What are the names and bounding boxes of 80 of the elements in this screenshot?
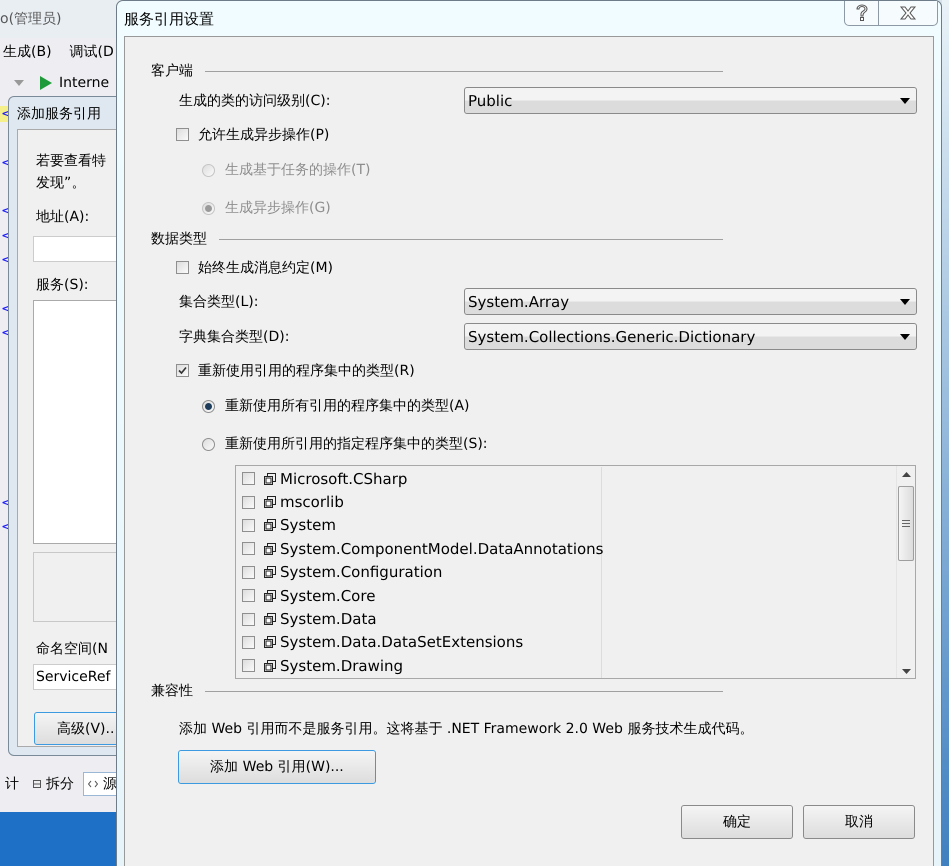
help-button[interactable] bbox=[844, 1, 879, 26]
reference-icon bbox=[264, 660, 276, 672]
field-label: 集合类型(L): bbox=[179, 292, 260, 310]
assembly-name: Microsoft.CSharp bbox=[280, 470, 408, 488]
radio-label: 生成基于任务的操作(T) bbox=[225, 161, 370, 179]
checkbox[interactable] bbox=[176, 364, 189, 377]
field-label: 字典集合类型(D): bbox=[179, 328, 290, 346]
intro-text: 发现”。 bbox=[36, 174, 86, 193]
assembly-name: System bbox=[280, 516, 336, 534]
field-label: 生成的类的访问级别(C): bbox=[179, 92, 332, 110]
play-icon bbox=[40, 76, 52, 90]
reference-icon bbox=[264, 472, 276, 485]
section-title: 兼容性 bbox=[151, 682, 193, 700]
radio-label: 重新使用所引用的指定程序集中的类型(S): bbox=[225, 435, 488, 453]
checkbox[interactable] bbox=[242, 636, 255, 649]
assembly-name: System.Data bbox=[280, 610, 377, 628]
reference-icon bbox=[264, 636, 276, 648]
close-button[interactable] bbox=[879, 1, 938, 26]
close-icon bbox=[899, 6, 917, 20]
checkbox[interactable] bbox=[176, 128, 189, 141]
reference-icon bbox=[264, 590, 276, 602]
ok-button[interactable]: 确定 bbox=[681, 805, 793, 839]
assembly-name: System.Data.DataSetExtensions bbox=[280, 633, 524, 652]
grip-icon bbox=[902, 520, 910, 527]
code-icon bbox=[88, 780, 98, 788]
check-icon bbox=[178, 366, 187, 375]
field-label: 地址(A): bbox=[36, 208, 90, 227]
section-title: 数据类型 bbox=[151, 230, 207, 248]
assembly-name: mscorlib bbox=[280, 493, 344, 512]
menu-item[interactable]: 调试(D bbox=[70, 43, 114, 61]
checkbox[interactable] bbox=[242, 659, 255, 672]
field-label: 命名空间(N bbox=[36, 640, 109, 659]
checkbox[interactable] bbox=[242, 518, 255, 532]
add-web-reference-button[interactable]: 添加 Web 引用(W)... bbox=[178, 750, 376, 784]
dropdown[interactable]: System.Array bbox=[464, 288, 917, 315]
cancel-button[interactable]: 取消 bbox=[803, 805, 915, 839]
caret-icon bbox=[14, 80, 24, 86]
split-icon bbox=[33, 780, 41, 788]
assembly-name: System.Core bbox=[280, 586, 376, 605]
menu-item[interactable]: 生成(B) bbox=[3, 43, 52, 61]
radio-button[interactable] bbox=[202, 400, 215, 412]
reference-icon bbox=[264, 566, 276, 578]
checkbox[interactable] bbox=[176, 261, 189, 274]
dialog-title: 服务引用设置 bbox=[124, 10, 214, 29]
caret-icon bbox=[900, 334, 910, 340]
checkbox-label: 允许生成异步操作(P) bbox=[198, 126, 330, 144]
run-button[interactable]: Interne bbox=[34, 75, 110, 91]
caret-icon bbox=[900, 298, 910, 304]
assembly-name: System.ComponentModel.DataAnnotations bbox=[280, 540, 604, 558]
assembly-name: System.Drawing bbox=[280, 656, 404, 675]
question-icon bbox=[854, 4, 868, 22]
checkbox-label: 重新使用引用的程序集中的类型(R) bbox=[198, 362, 415, 380]
dropdown[interactable]: Public bbox=[464, 87, 917, 114]
assembly-name: System.Configuration bbox=[280, 563, 442, 582]
reference-icon bbox=[264, 542, 276, 555]
description-text: 添加 Web 引用而不是服务引用。这将基于 .NET Framework 2.0 Web 服务技术生成代码。 bbox=[179, 720, 754, 738]
checkbox[interactable] bbox=[242, 566, 255, 579]
reference-icon bbox=[264, 496, 276, 508]
radio-label: 生成异步操作(G) bbox=[225, 199, 331, 217]
reference-icon bbox=[264, 613, 276, 626]
radio-label: 重新使用所有引用的程序集中的类型(A) bbox=[225, 397, 470, 415]
checkbox[interactable] bbox=[242, 589, 255, 602]
intro-text: 若要查看特 bbox=[36, 152, 107, 171]
checkbox-label: 始终生成消息约定(M) bbox=[198, 258, 334, 276]
checkbox[interactable] bbox=[242, 612, 255, 626]
reference-icon bbox=[264, 519, 276, 532]
scroll-thumb[interactable] bbox=[898, 486, 914, 561]
field-label: 服务(S): bbox=[36, 276, 90, 295]
window-title: o(管理员) bbox=[0, 10, 62, 28]
checkbox[interactable] bbox=[242, 542, 255, 556]
scroll-down-icon bbox=[902, 669, 910, 674]
caret-icon bbox=[900, 98, 910, 104]
checkbox[interactable] bbox=[242, 472, 255, 486]
dropdown[interactable]: System.Collections.Generic.Dictionary bbox=[464, 323, 917, 350]
section-title: 客户端 bbox=[151, 62, 193, 80]
scroll-up-icon bbox=[902, 472, 910, 477]
dialog-title: 添加服务引用 bbox=[16, 105, 102, 124]
radio-button[interactable] bbox=[202, 438, 215, 450]
checkbox[interactable] bbox=[242, 496, 255, 509]
scrollbar[interactable] bbox=[896, 466, 915, 678]
